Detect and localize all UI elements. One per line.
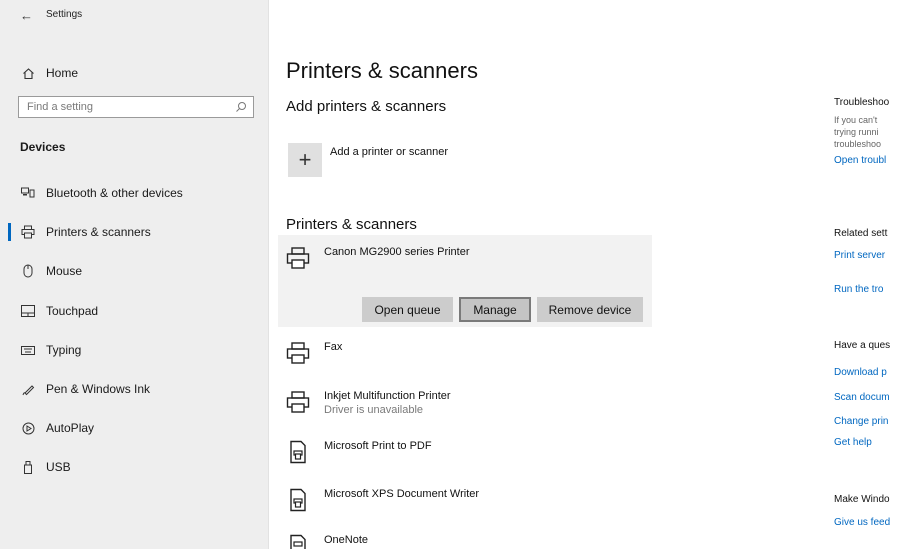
printer-item-canon[interactable]: Canon MG2900 series Printer — [286, 246, 626, 282]
group-heading: Devices — [20, 140, 66, 154]
usb-icon — [20, 459, 36, 475]
sidebar-item-label: Mouse — [46, 264, 83, 278]
selection-indicator — [8, 223, 11, 241]
bluetooth-devices-icon — [20, 185, 36, 201]
remove-device-button[interactable]: Remove device — [537, 297, 643, 322]
printer-item-fax[interactable]: Fax — [286, 341, 626, 377]
sidebar-item-home[interactable]: Home — [0, 60, 268, 86]
get-help-link[interactable]: Get help — [834, 437, 872, 448]
sidebar-item-mouse[interactable]: Mouse — [0, 258, 268, 284]
touchpad-icon — [20, 303, 36, 319]
back-arrow-icon[interactable]: ← — [20, 8, 33, 23]
add-printer-label[interactable]: Add a printer or scanner — [330, 146, 448, 158]
printer-item-pdf[interactable]: Microsoft Print to PDF — [286, 440, 626, 476]
printer-icon — [20, 224, 36, 240]
sidebar-item-printers[interactable]: Printers & scanners — [0, 219, 268, 245]
run-troubleshooter-link[interactable]: Run the tro — [834, 284, 883, 295]
sidebar-item-label: Bluetooth & other devices — [46, 186, 183, 200]
sidebar-item-label: USB — [46, 460, 71, 474]
printer-name: OneNote — [324, 534, 369, 546]
print-server-link[interactable]: Print server — [834, 250, 885, 261]
question-heading: Have a ques — [834, 340, 891, 351]
plus-icon: + — [298, 147, 312, 172]
printer-icon — [286, 390, 310, 414]
printers-list-heading: Printers & scanners — [286, 216, 417, 233]
feedback-heading: Make Windo — [834, 494, 890, 505]
change-printer-link[interactable]: Change prin — [834, 416, 888, 427]
sidebar-item-usb[interactable]: USB — [0, 454, 268, 480]
printer-icon — [286, 246, 310, 270]
sidebar-item-typing[interactable]: Typing — [0, 337, 268, 363]
sidebar-item-label: Printers & scanners — [46, 225, 151, 239]
document-printer-icon — [286, 488, 310, 512]
sidebar-item-label: Typing — [46, 343, 82, 357]
printer-name: Microsoft Print to PDF — [324, 440, 432, 452]
add-printer-button[interactable]: + — [288, 143, 322, 177]
related-settings-heading: Related sett — [834, 228, 888, 239]
troubleshoot-text-line: trying runni — [834, 127, 879, 137]
printer-status: Driver is unavailable — [324, 404, 424, 416]
document-printer-icon — [286, 440, 310, 464]
printer-name: Inkjet Multifunction Printer — [324, 390, 451, 402]
title-bar: ← Settings — [0, 0, 268, 28]
printer-icon — [286, 341, 310, 365]
pen-icon — [20, 381, 36, 397]
main-content: Printers & scanners Add printers & scann… — [268, 0, 898, 549]
sidebar-item-touchpad[interactable]: Touchpad — [0, 298, 268, 324]
sidebar-item-autoplay[interactable]: AutoPlay — [0, 415, 268, 441]
page-title: Printers & scanners — [286, 58, 478, 83]
printer-item-inkjet[interactable]: Inkjet Multifunction Printer Driver is u… — [286, 390, 626, 426]
mouse-icon — [20, 263, 36, 279]
troubleshoot-text-line: troubleshoo — [834, 139, 882, 149]
sidebar-item-label: Touchpad — [46, 304, 99, 318]
download-link[interactable]: Download p — [834, 367, 887, 378]
autoplay-icon — [20, 420, 36, 436]
troubleshoot-heading: Troubleshoo — [834, 97, 890, 108]
printer-item-onenote[interactable]: OneNote — [286, 534, 626, 549]
sidebar: ← Settings Home Find a setting Devices B… — [0, 0, 269, 549]
search-icon — [235, 100, 247, 118]
manage-button[interactable]: Manage — [459, 297, 531, 322]
feedback-link[interactable]: Give us feed — [834, 517, 890, 528]
sidebar-item-bluetooth[interactable]: Bluetooth & other devices — [0, 180, 268, 206]
printer-name: Microsoft XPS Document Writer — [324, 488, 480, 500]
open-queue-button[interactable]: Open queue — [362, 297, 453, 322]
search-input[interactable]: Find a setting — [18, 96, 254, 118]
sidebar-item-label: AutoPlay — [46, 421, 95, 435]
home-icon — [20, 65, 36, 81]
printer-name: Fax — [324, 341, 343, 353]
printer-item-xps[interactable]: Microsoft XPS Document Writer — [286, 488, 626, 524]
troubleshoot-text-line: If you can't — [834, 115, 878, 125]
keyboard-icon — [20, 342, 36, 358]
scan-document-link[interactable]: Scan docum — [834, 392, 890, 403]
app-title: Settings — [46, 9, 83, 20]
open-troubleshooter-link[interactable]: Open troubl — [834, 155, 886, 166]
sidebar-item-label: Home — [46, 66, 79, 80]
printer-name: Canon MG2900 series Printer — [324, 246, 470, 258]
sidebar-item-label: Pen & Windows Ink — [46, 382, 151, 396]
document-printer-icon — [286, 534, 310, 549]
related-panel: Troubleshoo If you can't trying runni tr… — [834, 0, 898, 549]
search-placeholder: Find a setting — [27, 101, 94, 113]
sidebar-item-pen[interactable]: Pen & Windows Ink — [0, 376, 268, 402]
add-section-heading: Add printers & scanners — [286, 98, 447, 115]
